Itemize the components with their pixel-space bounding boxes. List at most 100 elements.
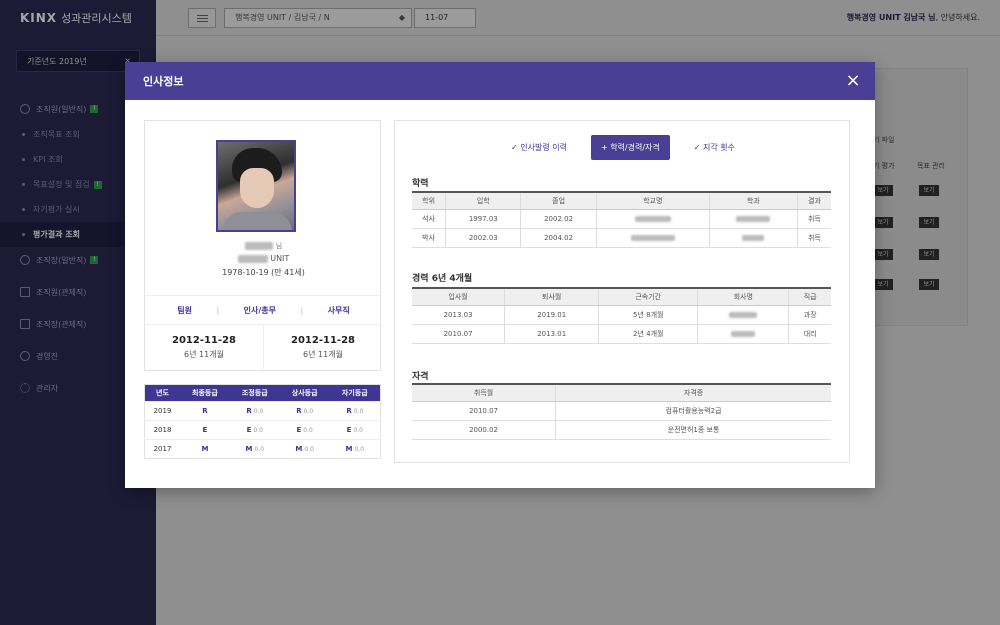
column-header: 학위 <box>412 191 446 210</box>
rank-cell: 과장 <box>788 305 831 325</box>
profile-card: 님 UNIT 1978-10-19 (만 41세) 팀원 | 인사/총무 | 사… <box>144 120 382 371</box>
acquired-cell: 2010.07 <box>412 401 556 421</box>
role-type: 사무직 <box>327 305 350 315</box>
table-header-row: 입사월 퇴사월 근속기간 회사명 직급 <box>412 287 831 306</box>
duration-cell: 5년 8개월 <box>598 305 698 325</box>
redacted-text <box>742 234 765 241</box>
grade-letter: R <box>296 407 302 415</box>
final-grade: R <box>179 401 230 421</box>
profile-dates: 2012-11-28 6년 11개월 2012-11-28 6년 11개월 <box>145 325 382 371</box>
career-title: 경력 6년 4개월 <box>412 274 473 284</box>
grade-score: 0.0 <box>303 427 313 434</box>
redacted-text <box>630 234 675 241</box>
photo-body <box>222 212 292 230</box>
grade-score: 0.0 <box>253 427 263 434</box>
column-header: 자격증 <box>555 383 831 402</box>
table-row: 2019 R R 0.0 R 0.0 R 0.0 <box>144 401 381 421</box>
license-table: 취득월 자격증 2010.07 컴퓨터활용능력2급 2000.02 운전면허1종… <box>412 383 831 440</box>
company-cell <box>697 305 789 325</box>
column-header: 상사등급 <box>279 384 330 402</box>
adjust-grade: R 0.0 <box>229 401 280 421</box>
tab-education-career[interactable]: + 학력/경력/자격 <box>590 135 670 160</box>
boss-grade: M 0.0 <box>279 439 330 459</box>
detail-tabs: ✓ 인사발령 이력 + 학력/경력/자격 ✓ 지각 횟수 <box>395 135 851 160</box>
profile-photo <box>216 140 296 232</box>
close-icon[interactable]: × <box>843 71 863 91</box>
name-suffix: 님 <box>275 242 283 250</box>
school-cell <box>595 228 710 248</box>
grade-letter: E <box>346 426 352 434</box>
column-header: 년도 <box>144 384 180 402</box>
major-cell <box>708 228 798 248</box>
end-cell: 2013.01 <box>504 324 599 344</box>
self-grade: R 0.0 <box>329 401 381 421</box>
career-table: 입사월 퇴사월 근속기간 회사명 직급 2013.03 2019.01 5년 8… <box>412 287 831 344</box>
boss-grade: R 0.0 <box>279 401 330 421</box>
column-header: 자기등급 <box>329 384 381 402</box>
assign-date-block: 2012-11-28 6년 11개월 <box>263 325 382 371</box>
divider: | <box>216 305 220 315</box>
column-header: 입사월 <box>412 287 505 306</box>
year-cell: 2018 <box>144 420 180 440</box>
grade-letter: M <box>245 445 253 453</box>
hr-info-modal: 인사정보 × 님 UNIT 1978-10-19 (만 41세) 팀원 | 인사… <box>125 62 875 488</box>
license-name-cell: 컴퓨터활용능력2급 <box>555 401 831 421</box>
column-header: 직급 <box>788 287 831 306</box>
year-cell: 2017 <box>144 439 180 459</box>
column-header: 졸업 <box>520 191 597 210</box>
school-cell <box>595 209 710 229</box>
entry-cell: 2002.03 <box>445 228 521 248</box>
column-header: 최종등급 <box>179 384 230 402</box>
grade-header-row: 년도 최종등급 조정등급 상사등급 자기등급 <box>144 384 381 402</box>
grade-letter: E <box>296 426 302 434</box>
tab-late-count[interactable]: ✓ 지각 횟수 <box>684 135 745 160</box>
column-header: 학교명 <box>595 191 710 210</box>
year-cell: 2019 <box>144 401 180 421</box>
join-date: 2012-11-28 <box>172 335 236 346</box>
column-header: 입학 <box>445 191 521 210</box>
join-duration: 6년 11개월 <box>184 350 224 359</box>
graduation-cell: 2004.02 <box>520 228 597 248</box>
column-header: 회사명 <box>697 287 789 306</box>
table-row: 2010.07 컴퓨터활용능력2급 <box>412 401 831 421</box>
photo-face <box>240 168 274 208</box>
license-name-cell: 운전면허1종 보통 <box>555 420 831 440</box>
join-date-block: 2012-11-28 6년 11개월 <box>145 325 263 371</box>
end-cell: 2019.01 <box>504 305 599 325</box>
boss-grade: E 0.0 <box>279 420 330 440</box>
unit-suffix: UNIT <box>270 254 290 263</box>
table-row: 2010.07 2013.01 2년 4개월 대리 <box>412 324 831 344</box>
column-header: 취득월 <box>412 383 556 402</box>
detail-panel: ✓ 인사발령 이력 + 학력/경력/자격 ✓ 지각 횟수 학력 학위 입학 졸업… <box>394 120 850 463</box>
final-grade: E <box>179 420 230 440</box>
redacted-text <box>736 215 771 222</box>
grade-score: 0.0 <box>254 446 265 453</box>
table-row: 박사 2002.03 2004.02 취득 <box>412 228 831 248</box>
column-header: 근속기간 <box>598 287 698 306</box>
adjust-grade: M 0.0 <box>229 439 280 459</box>
degree-cell: 박사 <box>412 228 446 248</box>
table-row: 2017 M M 0.0 M 0.0 M 0.0 <box>144 439 381 459</box>
duration-cell: 2년 4개월 <box>598 324 698 344</box>
grade-score: 0.0 <box>253 408 264 415</box>
education-title: 학력 <box>412 179 429 189</box>
grade-score: 0.0 <box>353 427 363 434</box>
grade-score: 0.0 <box>304 446 314 453</box>
acquired-cell: 2000.02 <box>412 420 556 440</box>
rank-cell: 대리 <box>788 324 831 344</box>
table-header-row: 취득월 자격증 <box>412 383 831 402</box>
entry-cell: 1997.03 <box>445 209 521 229</box>
grade-letter: M <box>345 445 353 453</box>
column-header: 학과 <box>708 191 798 210</box>
result-cell: 취득 <box>796 209 831 229</box>
table-row: 2013.03 2019.01 5년 8개월 과장 <box>412 305 831 325</box>
self-grade: E 0.0 <box>329 420 381 440</box>
table-row: 2000.02 운전면허1종 보통 <box>412 420 831 440</box>
profile-roles: 팀원 | 인사/총무 | 사무직 <box>145 295 382 325</box>
start-cell: 2010.07 <box>412 324 505 344</box>
role-position: 팀원 <box>177 305 192 315</box>
tab-appointment-history[interactable]: ✓ 인사발령 이력 <box>501 135 577 160</box>
profile-birth: 1978-10-19 (만 41세) <box>222 268 305 277</box>
self-grade: M 0.0 <box>329 439 381 459</box>
profile-unit: UNIT <box>145 254 382 263</box>
